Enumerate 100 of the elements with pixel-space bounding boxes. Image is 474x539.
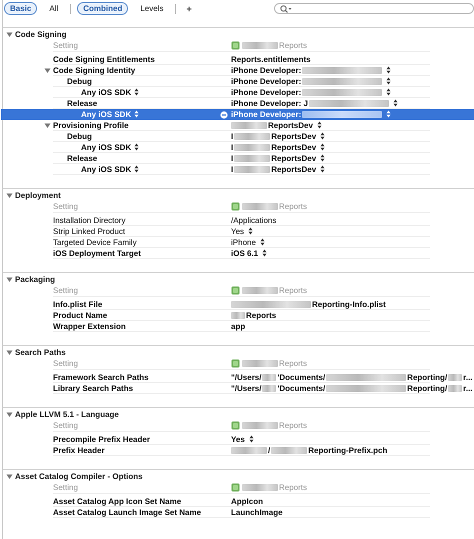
stepper-icon[interactable]: [392, 99, 398, 107]
setting-name: Any iOS SDK: [81, 164, 132, 174]
setting-row[interactable]: Provisioning Profile ReportsDev: [3, 120, 474, 131]
setting-row[interactable]: Code Signing Entitlements Reports.entitlements: [3, 54, 474, 65]
redaction-blur: [448, 384, 462, 392]
disclosure-triangle-icon[interactable]: [6, 348, 13, 356]
stepper-icon[interactable]: [248, 435, 254, 443]
search-field[interactable]: [274, 3, 474, 14]
setting-value: iPhone Developer:: [231, 66, 302, 74]
disclosure-triangle-icon[interactable]: [44, 66, 51, 74]
setting-name: Provisioning Profile: [53, 120, 129, 130]
setting-row[interactable]: Library Search Paths "/Users/ 'Documents/ Reporting/ r...: [3, 383, 474, 394]
redaction-blur: [231, 446, 267, 454]
setting-name: Installation Directory: [53, 216, 126, 224]
stepper-icon[interactable]: [134, 88, 140, 96]
stepper-icon[interactable]: [316, 121, 322, 129]
filter-button[interactable]: Combined: [77, 2, 128, 15]
setting-value: ReportsDev: [271, 142, 316, 152]
setting-name: Asset Catalog App Icon Set Name: [53, 496, 182, 506]
stepper-icon[interactable]: [386, 66, 392, 74]
setting-value: Reports: [279, 421, 308, 430]
setting-value: iPhone: [231, 238, 256, 246]
disclosure-triangle-icon[interactable]: [6, 192, 13, 198]
setting-value: LaunchImage: [231, 508, 283, 516]
setting-name: Debug: [67, 132, 92, 140]
column-header: Setting: [53, 286, 78, 295]
stepper-icon[interactable]: [134, 143, 140, 151]
stepper-icon[interactable]: [262, 249, 268, 257]
redaction-blur: [234, 154, 270, 162]
selected-row[interactable]: Any iOS SDK iPhone Developer:: [1, 109, 474, 120]
setting-row[interactable]: Targeted Device Family iPhone: [3, 237, 474, 248]
setting-row[interactable]: Precompile Prefix Header Yes: [3, 434, 474, 445]
setting-name: Release: [67, 154, 98, 162]
setting-value: Reporting-Info.plist: [312, 300, 386, 308]
redaction-blur: [271, 446, 308, 454]
setting-value: Reports: [279, 359, 308, 368]
setting-row[interactable]: Any iOS SDK iPhone Developer:: [3, 87, 474, 98]
redaction-blur: [231, 312, 245, 318]
setting-row[interactable]: Asset Catalog Launch Image Set Name LaunchImage: [3, 507, 474, 518]
disclosure-triangle-icon[interactable]: [6, 276, 13, 282]
setting-value: iPhone Developer:: [231, 88, 302, 96]
setting-name: Product Name: [53, 310, 108, 320]
stepper-icon[interactable]: [248, 227, 254, 235]
stepper-icon[interactable]: [320, 143, 326, 151]
setting-row[interactable]: Code Signing Identity iPhone Developer:: [3, 65, 474, 76]
setting-row[interactable]: Debug iPhone Developer:: [3, 76, 474, 87]
search-icon[interactable]: [280, 4, 292, 12]
disclosure-triangle-icon[interactable]: [44, 122, 51, 128]
stepper-icon[interactable]: [320, 132, 326, 140]
setting-row[interactable]: Any iOS SDK I ReportsDev: [3, 164, 474, 175]
target-icon: [231, 41, 240, 50]
setting-row[interactable]: Installation Directory /Applications: [3, 215, 474, 226]
setting-row[interactable]: iOS Deployment Target iOS 6.1: [3, 248, 474, 259]
setting-value: I: [231, 132, 234, 140]
disclosure-triangle-icon[interactable]: [6, 410, 13, 418]
setting-row[interactable]: Debug I ReportsDev: [3, 131, 474, 142]
setting-row[interactable]: Release I ReportsDev: [3, 153, 474, 164]
setting-value: r...: [463, 384, 473, 392]
filter-button[interactable]: Basic: [4, 2, 38, 15]
column-header: Setting: [53, 359, 78, 368]
setting-row[interactable]: Any iOS SDK I ReportsDev: [3, 142, 474, 153]
setting-row[interactable]: Info.plist File Reporting-Info.plist: [3, 299, 474, 310]
add-button[interactable]: +: [182, 4, 196, 14]
setting-value: Reports.entitlements: [231, 54, 311, 64]
setting-value: iOS 6.1: [231, 248, 258, 258]
filter-button[interactable]: All: [43, 2, 64, 15]
minus-circle-icon[interactable]: [220, 111, 228, 119]
setting-row[interactable]: Framework Search Paths "/Users/ 'Documents/ Reporting/ r...: [3, 372, 474, 383]
stepper-icon[interactable]: [320, 154, 326, 162]
setting-name: Wrapper Extension: [53, 322, 126, 330]
stepper-icon[interactable]: [386, 88, 392, 96]
redaction-blur: [234, 132, 270, 140]
stepper-icon[interactable]: [260, 238, 265, 246]
setting-row[interactable]: Prefix Header / Reporting-Prefix.pch: [3, 445, 474, 456]
stepper-icon[interactable]: [134, 165, 140, 173]
stepper-icon[interactable]: [320, 165, 326, 173]
setting-value: ReportsDev: [271, 164, 316, 174]
redaction-blur: [242, 360, 278, 367]
target-icon: [231, 202, 240, 211]
section-title: Apple LLVM 5.1 - Language: [15, 410, 119, 418]
setting-value: 'Documents/: [277, 384, 326, 392]
filter-button[interactable]: Levels: [134, 2, 170, 15]
redaction-blur: [242, 287, 278, 294]
setting-row[interactable]: Wrapper Extension app: [3, 321, 474, 332]
setting-row[interactable]: Asset Catalog App Icon Set Name AppIcon: [3, 496, 474, 507]
target-icon: [231, 359, 240, 368]
setting-value: ReportsDev: [268, 120, 313, 130]
setting-name: Asset Catalog Launch Image Set Name: [53, 508, 202, 516]
section-title: Search Paths: [15, 348, 66, 356]
stepper-icon[interactable]: [386, 77, 392, 85]
setting-value: Reports: [246, 310, 276, 320]
disclosure-triangle-icon[interactable]: [6, 472, 13, 480]
setting-row[interactable]: Strip Linked Product Yes: [3, 226, 474, 237]
setting-value: 'Documents/: [277, 372, 326, 382]
column-header: Setting: [53, 421, 78, 430]
setting-row[interactable]: Product Name Reports: [3, 310, 474, 321]
setting-value: app: [231, 322, 246, 330]
redaction-blur: [234, 166, 270, 172]
setting-name: iOS Deployment Target: [53, 248, 141, 258]
disclosure-triangle-icon[interactable]: [6, 30, 13, 38]
